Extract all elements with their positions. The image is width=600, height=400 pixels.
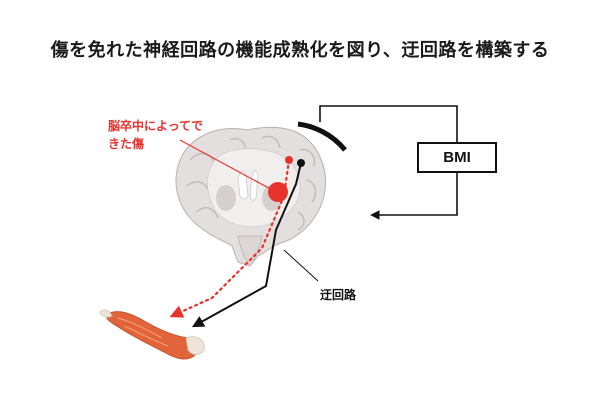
bmi-box: BMI: [417, 142, 497, 173]
bmi-output-arrow: [370, 173, 458, 220]
bypass-label: 迂回路: [320, 288, 357, 302]
bypass-pointer-line: [283, 249, 319, 282]
muscle-illustration: [99, 309, 205, 360]
diagram-canvas: [99, 105, 458, 360]
lesion-label: 脳卒中によってできた傷: [108, 119, 204, 151]
bmi-input-line: [319, 105, 458, 142]
